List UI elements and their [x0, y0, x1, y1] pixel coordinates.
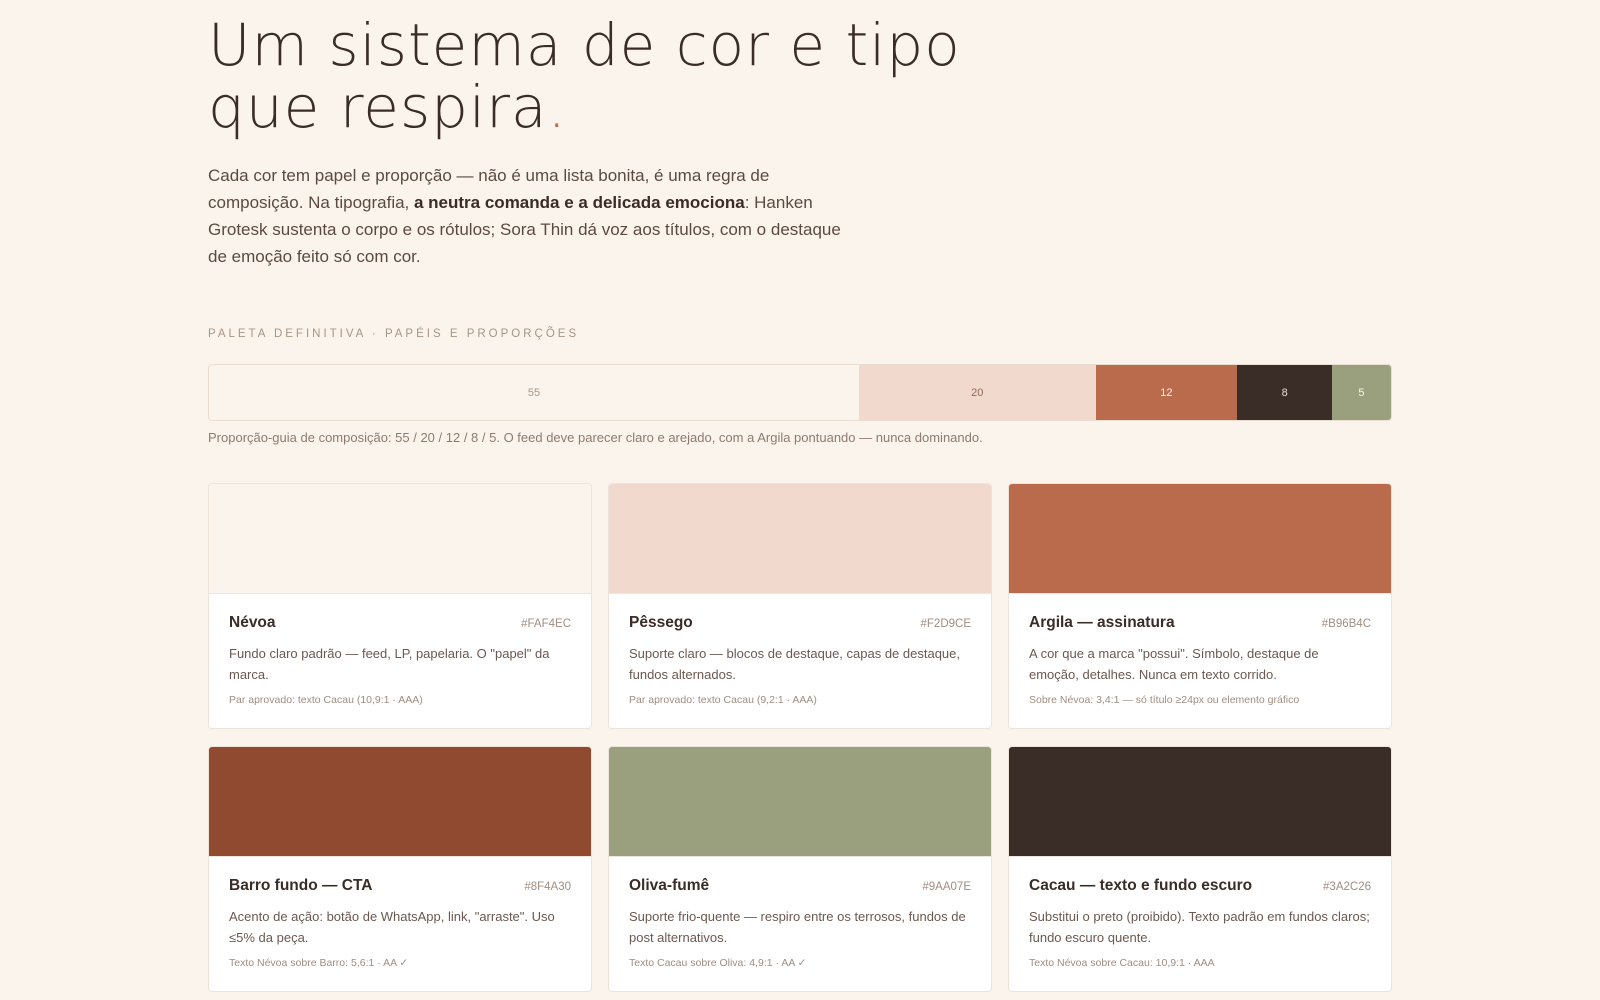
proportion-value: 12: [1160, 386, 1173, 399]
proportion-segment-pessego: 20: [859, 365, 1096, 420]
color-swatch: [1009, 484, 1391, 594]
proportion-bar: 55 20 12 8 5: [208, 364, 1392, 421]
color-name: Cacau — texto e fundo escuro: [1029, 877, 1253, 894]
proportion-note: Proporção-guia de composição: 55 / 20 / …: [208, 430, 983, 445]
color-hex: #FAF4EC: [521, 618, 571, 630]
color-card-barro: Barro fundo — CTA #8F4A30 Acento de ação…: [208, 746, 592, 992]
color-swatch: [209, 484, 591, 594]
proportion-value: 5: [1358, 386, 1365, 399]
color-hex: #F2D9CE: [920, 618, 972, 630]
color-description: Suporte frio-quente — respiro entre os t…: [629, 909, 966, 945]
color-hex: #B96B4C: [1321, 618, 1371, 630]
color-card-pessego: Pêssego #F2D9CE Suporte claro — blocos d…: [608, 483, 992, 729]
color-card-grid: Névoa #FAF4EC Fundo claro padrão — feed,…: [208, 483, 1392, 992]
proportion-segment-nevoa: 55: [209, 365, 860, 420]
color-swatch: [1009, 747, 1391, 857]
hero-title-line2: que respira: [208, 73, 548, 141]
proportion-segment-cacau: 8: [1237, 365, 1332, 420]
proportion-segment-oliva: 5: [1331, 365, 1391, 420]
color-name: Barro fundo — CTA: [229, 877, 373, 894]
color-card-cacau: Cacau — texto e fundo escuro #3A2C26 Sub…: [1008, 746, 1392, 992]
hero-title-dot: .: [547, 73, 567, 141]
proportion-value: 8: [1281, 386, 1288, 399]
color-hex: #9AA07E: [922, 881, 971, 893]
proportion-segment-argila: 12: [1095, 365, 1238, 420]
color-swatch: [609, 747, 991, 857]
contrast-note: Par aprovado: texto Cacau (9,2:1 · AAA): [629, 694, 817, 706]
contrast-note: Texto Névoa sobre Barro: 5,6:1 · AA ✓: [229, 957, 409, 969]
color-hex: #8F4A30: [524, 881, 571, 893]
color-hex: #3A2C26: [1323, 881, 1371, 893]
color-description: A cor que a marca "possui". Símbolo, des…: [1029, 646, 1319, 682]
page: Um sistema de cor e tipo que respira. Cad…: [0, 0, 1600, 1000]
lead-bold-text: a neutra comanda e a delicada emociona: [414, 193, 745, 212]
contrast-note: Par aprovado: texto Cacau (10,9:1 · AAA): [229, 694, 423, 706]
color-description: Fundo claro padrão — feed, LP, papelaria…: [229, 646, 550, 682]
color-name: Pêssego: [629, 614, 693, 631]
hero-lead-paragraph: Cada cor tem papel e proporção — não é u…: [208, 162, 848, 270]
proportion-value: 55: [527, 386, 541, 399]
color-swatch: [209, 747, 591, 857]
section-label: Paleta definitiva · papéis e proporções: [208, 328, 580, 340]
color-swatch: [609, 484, 991, 594]
color-description: Acento de ação: botão de WhatsApp, link,…: [229, 909, 555, 945]
hero-title-line1: Um sistema de cor e tipo: [208, 11, 961, 79]
color-card-oliva: Oliva-fumê #9AA07E Suporte frio-quente —…: [608, 746, 992, 992]
proportion-value: 20: [971, 386, 984, 399]
color-name: Névoa: [229, 614, 276, 631]
color-card-argila: Argila — assinatura #B96B4C A cor que a …: [1008, 483, 1392, 729]
contrast-note: Sobre Névoa: 3,4:1 — só título ≥24px ou …: [1029, 694, 1300, 706]
color-card-nevoa: Névoa #FAF4EC Fundo claro padrão — feed,…: [208, 483, 592, 729]
color-name: Argila — assinatura: [1029, 614, 1175, 631]
hero-title: Um sistema de cor e tipo que respira.: [208, 14, 968, 138]
color-description: Suporte claro — blocos de destaque, capa…: [629, 646, 960, 682]
contrast-note: Texto Névoa sobre Cacau: 10,9:1 · AAA: [1029, 957, 1215, 969]
color-description: Substitui o preto (proibido). Texto padr…: [1029, 909, 1370, 945]
contrast-note: Texto Cacau sobre Oliva: 4,9:1 · AA ✓: [629, 957, 807, 969]
color-name: Oliva-fumê: [629, 877, 710, 894]
